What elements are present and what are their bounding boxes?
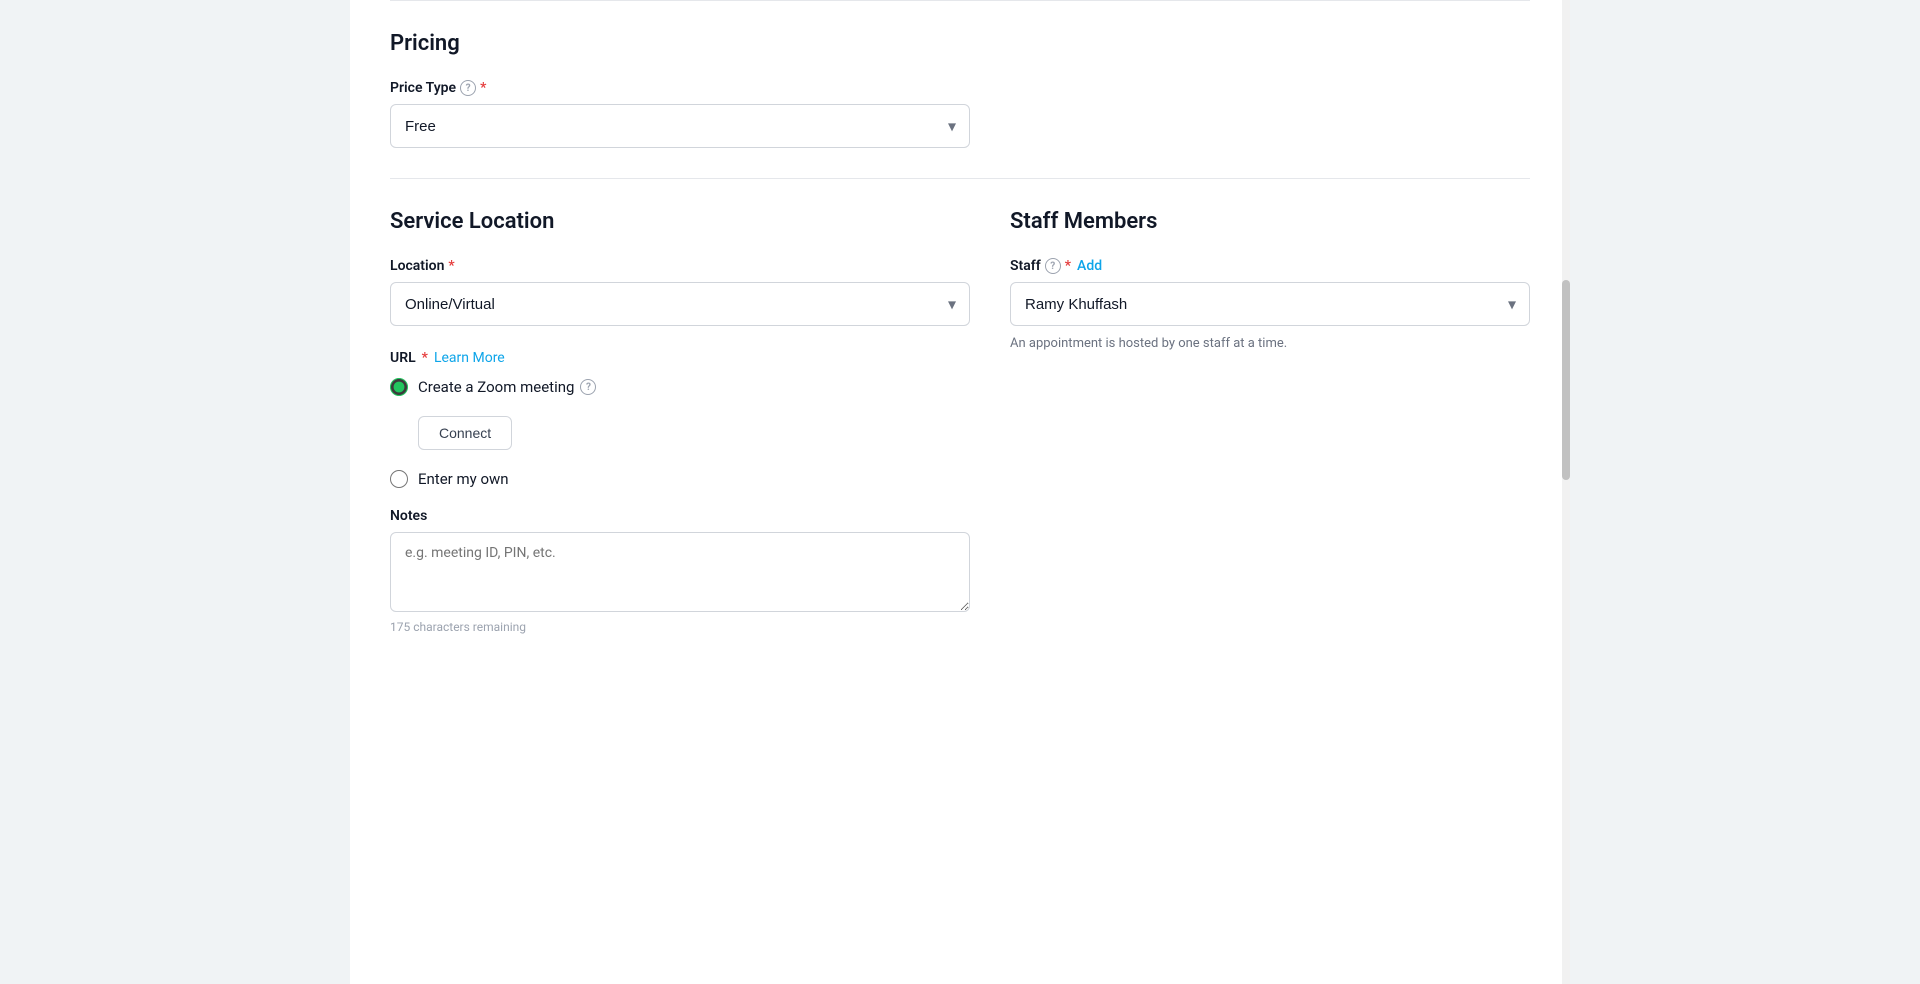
price-type-select-wrapper: Free Paid Donation ▾ <box>390 104 970 148</box>
url-required: * <box>422 350 428 366</box>
price-type-required: * <box>480 80 486 96</box>
staff-members-title: Staff Members <box>1010 209 1530 234</box>
location-select-wrapper: Online/Virtual In-person Phone ▾ <box>390 282 970 326</box>
service-location-col: Service Location Location * Online/Virtu… <box>390 209 970 634</box>
price-type-select[interactable]: Free Paid Donation <box>390 104 970 148</box>
location-label: Location * <box>390 258 970 274</box>
staff-select[interactable]: Ramy Khuffash <box>1010 282 1530 326</box>
zoom-radio-input[interactable] <box>390 378 408 396</box>
staff-label-row: Staff ? * Add <box>1010 258 1530 274</box>
pricing-section: Pricing Price Type ? * Free Paid Donatio… <box>350 1 1570 178</box>
zoom-radio-label: Create a Zoom meeting ? <box>418 378 596 396</box>
service-location-title: Service Location <box>390 209 970 234</box>
connect-button[interactable]: Connect <box>418 416 512 450</box>
char-count: 175 characters remaining <box>390 620 970 634</box>
learn-more-link[interactable]: Learn More <box>434 350 505 366</box>
pricing-title: Pricing <box>390 31 1530 56</box>
url-label: URL * Learn More <box>390 350 970 366</box>
staff-info-icon[interactable]: ? <box>1045 258 1061 274</box>
scrollbar-thumb[interactable] <box>1562 280 1570 480</box>
location-field: Location * Online/Virtual In-person Phon… <box>390 258 970 326</box>
service-location-staff-section: Service Location Location * Online/Virtu… <box>350 179 1570 664</box>
enter-own-radio-input[interactable] <box>390 470 408 488</box>
staff-members-col: Staff Members Staff ? * Add Ramy Khuffas… <box>1010 209 1530 634</box>
price-type-info-icon[interactable]: ? <box>460 80 476 96</box>
notes-section: Notes 175 characters remaining <box>390 508 970 634</box>
staff-required: * <box>1065 258 1071 274</box>
price-type-label: Price Type ? * <box>390 80 1530 96</box>
staff-label: Staff ? * <box>1010 258 1071 274</box>
enter-own-radio-option: Enter my own <box>390 470 970 488</box>
zoom-radio-option: Create a Zoom meeting ? <box>390 378 970 396</box>
scrollbar-track <box>1562 0 1570 984</box>
location-select[interactable]: Online/Virtual In-person Phone <box>390 282 970 326</box>
staff-select-wrapper: Ramy Khuffash ▾ <box>1010 282 1530 326</box>
enter-own-radio-label: Enter my own <box>418 470 509 488</box>
notes-textarea[interactable] <box>390 532 970 612</box>
notes-label: Notes <box>390 508 970 524</box>
location-required: * <box>448 258 454 274</box>
add-staff-link[interactable]: Add <box>1077 258 1102 274</box>
zoom-info-icon[interactable]: ? <box>580 379 596 395</box>
price-type-field: Price Type ? * Free Paid Donation ▾ <box>390 80 1530 148</box>
url-section: URL * Learn More Create a Zoom meeting ?… <box>390 350 970 488</box>
staff-note: An appointment is hosted by one staff at… <box>1010 336 1530 351</box>
